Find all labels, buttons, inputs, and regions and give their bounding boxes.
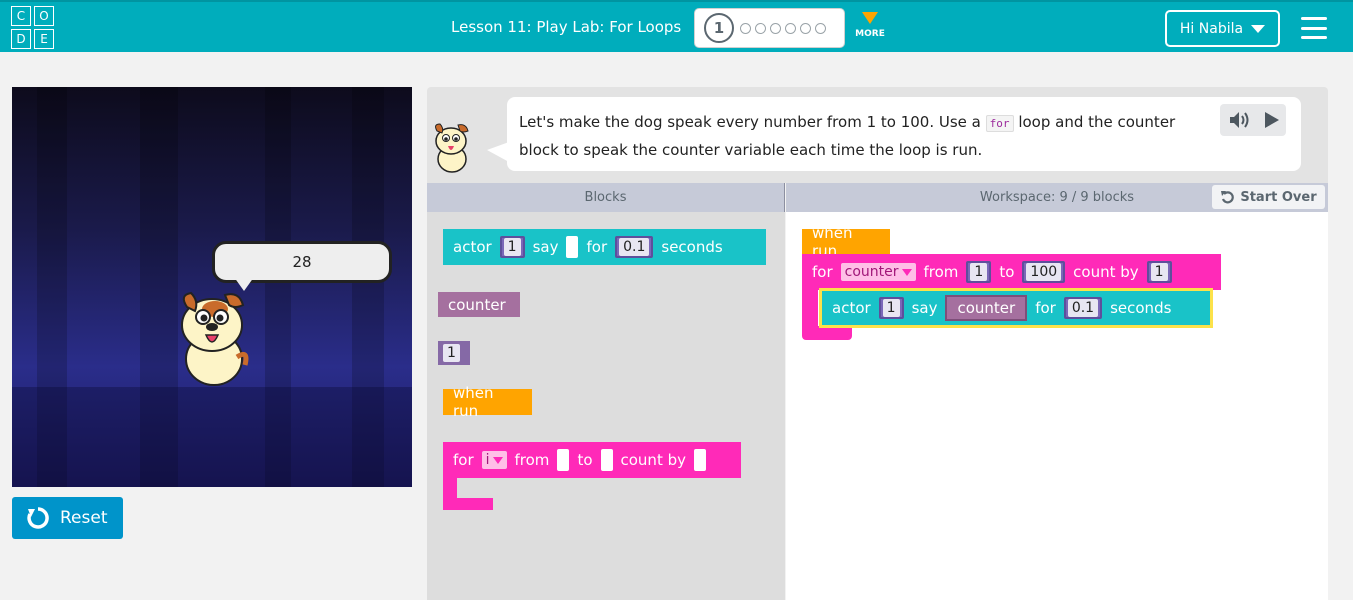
loop-variable-dropdown[interactable]: counter bbox=[840, 263, 916, 281]
more-label: MORE bbox=[855, 29, 885, 39]
duration-slot[interactable]: 0.1 bbox=[1063, 297, 1103, 319]
for-keyword: for bbox=[812, 263, 833, 281]
say-empty-slot[interactable] bbox=[566, 236, 579, 258]
for-loop-foot bbox=[443, 498, 493, 510]
duration-slot[interactable]: 0.1 bbox=[615, 236, 654, 258]
code-workspace[interactable]: when run for counter from 1 to 100 count… bbox=[786, 212, 1328, 600]
level-progress: 1 bbox=[694, 8, 845, 48]
toolbox-when-run-block[interactable]: when run bbox=[443, 384, 532, 420]
ws-actor-say-block[interactable]: actor 1 say counter for 0.1 seconds bbox=[819, 288, 1213, 328]
level-dot[interactable] bbox=[785, 22, 796, 34]
to-empty-slot[interactable] bbox=[600, 449, 613, 471]
instruction-bubble: Let's make the dog speak every number fr… bbox=[507, 97, 1301, 171]
for-keyword: for bbox=[586, 238, 608, 256]
current-level-bubble[interactable]: 1 bbox=[704, 13, 734, 43]
reset-button[interactable]: Reset bbox=[12, 497, 123, 539]
count-by-value-slot[interactable]: 1 bbox=[1146, 261, 1172, 283]
caret-down-icon bbox=[1251, 24, 1266, 33]
instruction-text-before: Let's make the dog speak every number fr… bbox=[519, 113, 981, 131]
say-counter-block[interactable]: counter bbox=[945, 295, 1028, 321]
seconds-keyword: seconds bbox=[661, 238, 723, 256]
toolbox-counter-block[interactable]: counter bbox=[438, 292, 520, 317]
instruction-bubble-tail bbox=[487, 142, 509, 162]
blocks-header: Blocks bbox=[427, 183, 785, 212]
count-by-keyword: count by bbox=[620, 451, 687, 469]
actor-keyword: actor bbox=[832, 299, 871, 317]
to-keyword: to bbox=[577, 451, 593, 469]
ws-when-run-block[interactable]: when run bbox=[802, 224, 890, 260]
when-run-label: when run bbox=[453, 384, 494, 420]
speaker-icon[interactable] bbox=[1228, 110, 1250, 130]
say-keyword: say bbox=[532, 238, 559, 256]
blocks-header-label: Blocks bbox=[584, 190, 627, 205]
audio-controls bbox=[1220, 104, 1286, 136]
actor-number-slot[interactable]: 1 bbox=[878, 297, 904, 319]
level-dot[interactable] bbox=[815, 22, 826, 34]
seconds-keyword: seconds bbox=[1110, 299, 1172, 317]
toolbox-for-loop-block[interactable]: for i from to count by bbox=[443, 442, 741, 478]
to-keyword: to bbox=[999, 263, 1015, 281]
level-dot[interactable] bbox=[740, 22, 751, 34]
reset-icon bbox=[27, 507, 49, 529]
from-value-slot[interactable]: 1 bbox=[966, 261, 992, 283]
number-value: 1 bbox=[443, 344, 460, 362]
lesson-title[interactable]: Lesson 11: Play Lab: For Loops bbox=[451, 18, 681, 36]
hamburger-menu-icon[interactable] bbox=[1301, 17, 1327, 39]
more-triangle-icon bbox=[862, 12, 878, 24]
ws-for-loop-block[interactable]: for counter from 1 to 100 count by 1 bbox=[802, 254, 1221, 290]
level-dot[interactable] bbox=[800, 22, 811, 34]
actor-keyword: actor bbox=[453, 238, 492, 256]
top-header: C O D E Lesson 11: Play Lab: For Loops 1… bbox=[0, 0, 1353, 52]
from-empty-slot[interactable] bbox=[557, 449, 570, 471]
level-dot[interactable] bbox=[770, 22, 781, 34]
instruction-code-word: for bbox=[985, 115, 1014, 132]
dog-avatar-icon bbox=[435, 123, 469, 173]
from-keyword: from bbox=[514, 451, 550, 469]
count-by-empty-slot[interactable] bbox=[694, 449, 706, 471]
dog-actor bbox=[181, 291, 249, 386]
user-label: Hi Nabila bbox=[1179, 20, 1244, 37]
from-keyword: from bbox=[923, 263, 959, 281]
undo-icon bbox=[1221, 191, 1235, 204]
logo-letter: O bbox=[34, 6, 54, 26]
to-value-slot[interactable]: 100 bbox=[1022, 261, 1066, 283]
start-over-label: Start Over bbox=[1240, 189, 1317, 205]
say-keyword: say bbox=[911, 299, 938, 317]
more-button[interactable]: MORE bbox=[852, 12, 888, 39]
play-stage[interactable]: 28 bbox=[12, 87, 412, 487]
logo-letter: D bbox=[11, 29, 31, 49]
logo-letter: E bbox=[34, 29, 54, 49]
toolbox-number-block[interactable]: 1 bbox=[438, 341, 470, 365]
logo-letter: C bbox=[11, 6, 31, 26]
user-menu-button[interactable]: Hi Nabila bbox=[1165, 10, 1280, 47]
count-by-keyword: count by bbox=[1073, 263, 1139, 281]
for-keyword: for bbox=[453, 451, 474, 469]
toolbox-actor-say-block[interactable]: actor 1 say for 0.1 seconds bbox=[443, 229, 766, 265]
play-icon[interactable] bbox=[1264, 112, 1279, 128]
blocks-toolbox: actor 1 say for 0.1 seconds counter 1 wh… bbox=[427, 212, 785, 600]
actor-number-slot[interactable]: 1 bbox=[499, 236, 525, 258]
speech-text: 28 bbox=[292, 253, 312, 271]
level-dot[interactable] bbox=[755, 22, 766, 34]
code-logo[interactable]: C O D E bbox=[11, 6, 56, 50]
counter-label: counter bbox=[448, 295, 506, 314]
ws-for-loop-foot bbox=[802, 326, 852, 340]
start-over-button[interactable]: Start Over bbox=[1212, 185, 1325, 209]
reset-label: Reset bbox=[60, 508, 108, 528]
workspace-header-label: Workspace: 9 / 9 blocks bbox=[979, 190, 1135, 205]
loop-variable-dropdown[interactable]: i bbox=[481, 451, 507, 469]
for-keyword: for bbox=[1035, 299, 1056, 317]
